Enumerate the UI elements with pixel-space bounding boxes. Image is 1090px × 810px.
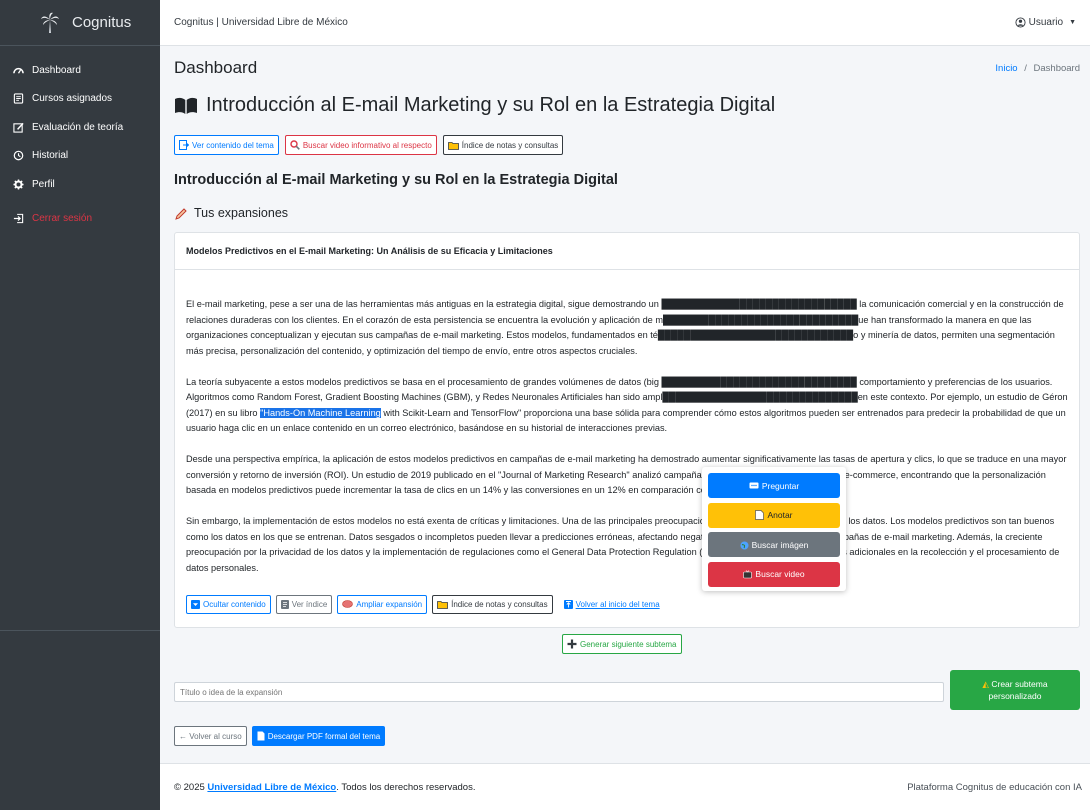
buscar-video-popup-button[interactable]: Buscar video <box>708 561 840 587</box>
volver-inicio-tema-link[interactable]: Volver al inicio del tema <box>563 600 660 610</box>
indice-notas-button[interactable]: Índice de notas y consultas <box>442 135 564 155</box>
folder-icon <box>447 140 459 150</box>
top-arrow-icon <box>563 600 573 610</box>
breadcrumb-separator: / <box>1024 62 1027 74</box>
buscar-imagen-button[interactable]: Buscar imágen <box>708 532 840 557</box>
paragraph-4: Sin embargo, la implementación de estos … <box>186 516 1060 573</box>
selection-popup: Preguntar Anotar Buscar imágen Buscar vi… <box>702 467 846 591</box>
ocultar-contenido-button[interactable]: Ocultar contenido <box>186 595 271 615</box>
paragraph-2: La teoría subyacente a estos modelos pre… <box>186 376 1068 434</box>
selected-text[interactable]: "Hands-On Machine Learning <box>260 407 381 418</box>
plus-icon <box>567 639 577 649</box>
indice-notas-card-button[interactable]: Índice de notas y consultas <box>432 595 553 615</box>
sidebar-item-label: Evaluación de teoría <box>32 121 124 133</box>
ampliar-expansion-button[interactable]: Ampliar expansión <box>337 595 428 615</box>
sidebar: Cognitus Dashboard Cursos asignados Eval… <box>0 0 160 810</box>
brand[interactable]: Cognitus <box>0 0 160 46</box>
crear-subtema-button[interactable]: ◭ Crear subtema personalizado <box>950 670 1080 710</box>
sidebar-item-historial[interactable]: Historial <box>0 142 160 171</box>
volver-curso-button[interactable]: ← Volver al curso <box>174 726 247 746</box>
search-icon <box>290 140 300 150</box>
sidebar-item-logout[interactable]: Cerrar sesión <box>0 205 160 234</box>
user-name: Usuario <box>1028 16 1064 28</box>
expansion-title-input[interactable] <box>174 682 944 702</box>
sidebar-divider <box>0 630 160 631</box>
sidebar-item-label: Dashboard <box>32 64 81 76</box>
brand-name: Cognitus <box>72 14 132 31</box>
sidebar-nav: Dashboard Cursos asignados Evaluación de… <box>0 46 160 233</box>
history-icon <box>12 150 24 162</box>
topic-subtitle: Introducción al E-mail Marketing y su Ro… <box>174 172 618 188</box>
descargar-pdf-button[interactable]: Descargar PDF formal del tema <box>251 726 386 746</box>
main-content: Dashboard Inicio / Dashboard Introducció… <box>160 46 1090 763</box>
open-book-icon <box>174 95 198 116</box>
anotar-button[interactable]: Anotar <box>708 502 840 528</box>
ver-indice-button[interactable]: Ver índice <box>275 595 333 615</box>
sidebar-item-cursos[interactable]: Cursos asignados <box>0 85 160 114</box>
paragraph-3: Desde una perspectiva empírica, la aplic… <box>186 454 1067 495</box>
footer: © 2025 Universidad Libre de México. Todo… <box>160 763 1090 810</box>
globe-icon <box>740 539 749 550</box>
breadcrumb-current: Dashboard <box>1033 62 1080 74</box>
note-icon <box>755 510 765 521</box>
speech-bubble-icon <box>342 600 354 609</box>
file-pdf-icon <box>257 731 265 741</box>
edit-icon <box>12 121 24 133</box>
user-circle-icon <box>1015 17 1026 28</box>
topic-title-text: Introducción al E-mail Marketing y su Ro… <box>206 94 776 116</box>
sidebar-item-label: Cerrar sesión <box>32 213 93 225</box>
logout-icon <box>12 213 24 225</box>
sidebar-item-label: Historial <box>32 150 69 162</box>
paragraph-1: El e-mail marketing, pese a ser una de l… <box>186 299 1064 356</box>
sidebar-item-label: Cursos asignados <box>32 93 113 105</box>
footer-platform-text: Plataforma Cognitus de educación con IA <box>907 781 1082 793</box>
chat-icon <box>749 481 759 491</box>
site-title: Cognitus | Universidad Libre de México <box>174 17 348 28</box>
ver-contenido-button[interactable]: Ver contenido del tema <box>174 135 279 155</box>
document-arrow-icon <box>179 140 189 150</box>
magic-hat-icon: ◭ <box>982 679 989 689</box>
expansion-card-title: Modelos Predictivos en el E-mail Marketi… <box>175 233 1079 270</box>
notebook-icon <box>280 600 289 610</box>
topic-title: Introducción al E-mail Marketing y su Ro… <box>174 94 775 117</box>
caret-down-icon: ▼ <box>1069 18 1076 26</box>
breadcrumb: Inicio / Dashboard <box>995 63 1080 74</box>
courses-icon <box>12 93 24 105</box>
sidebar-item-dashboard[interactable]: Dashboard <box>0 56 160 85</box>
preguntar-button[interactable]: Preguntar <box>708 473 840 498</box>
generar-subtema-button[interactable]: Generar siguiente subtema <box>562 634 682 654</box>
collapse-icon <box>191 600 200 610</box>
bottom-button-row: ← Volver al curso Descargar PDF formal d… <box>174 726 386 746</box>
dashboard-icon <box>12 64 24 76</box>
topic-button-row: Ver contenido del tema Buscar video info… <box>174 135 564 155</box>
sidebar-item-label: Perfil <box>32 178 55 190</box>
breadcrumb-home[interactable]: Inicio <box>995 63 1017 74</box>
copyright: © 2025 Universidad Libre de México. Todo… <box>174 781 476 793</box>
sidebar-item-perfil[interactable]: Perfil <box>0 170 160 199</box>
expansion-card-body: El e-mail marketing, pese a ser una de l… <box>186 297 1070 592</box>
expansion-card: Modelos Predictivos en el E-mail Marketi… <box>174 232 1080 628</box>
sidebar-item-evaluacion[interactable]: Evaluación de teoría <box>0 113 160 142</box>
page-title: Dashboard <box>174 58 258 77</box>
footer-org-link[interactable]: Universidad Libre de México <box>207 782 336 793</box>
folder-icon <box>437 600 448 610</box>
buscar-video-button[interactable]: Buscar video informativo al respecto <box>284 135 437 155</box>
card-button-row: Ocultar contenido Ver índice Ampliar exp… <box>186 595 660 615</box>
topbar: Cognitus | Universidad Libre de México U… <box>160 0 1090 46</box>
gear-icon <box>12 178 24 190</box>
user-menu[interactable]: Usuario ▼ <box>1015 17 1076 28</box>
expansions-label: Tus expansiones <box>174 206 288 221</box>
tv-icon <box>743 569 753 579</box>
palm-tree-logo-icon <box>40 11 60 35</box>
page-header: Dashboard Inicio / Dashboard <box>174 58 1080 78</box>
pencil-icon <box>174 206 188 221</box>
